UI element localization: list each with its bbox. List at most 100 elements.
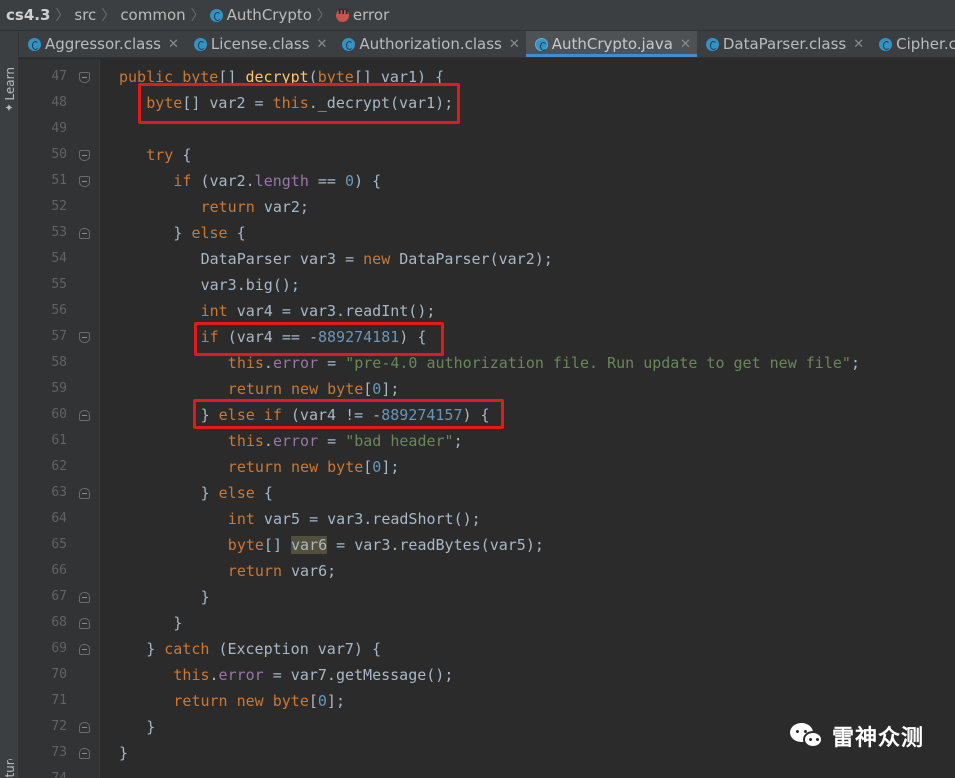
- tab-authorization[interactable]: Authorization.class ✕: [333, 31, 525, 57]
- line-number: 58: [51, 355, 67, 370]
- gutter-line: 67: [19, 584, 100, 610]
- fold-toggle-icon[interactable]: [79, 228, 90, 239]
- gutter-line: 73: [19, 740, 100, 766]
- code-token: "bad header": [345, 432, 454, 450]
- gutter-line: 51: [19, 168, 100, 194]
- code-line[interactable]: return var6;: [228, 558, 336, 584]
- code-line[interactable]: return new byte[0];: [228, 454, 400, 480]
- fold-toggle-icon[interactable]: [79, 722, 90, 733]
- breadcrumb-member[interactable]: error: [335, 6, 389, 24]
- code-line[interactable]: } catch (Exception var7) {: [146, 636, 381, 662]
- line-number: 71: [51, 693, 67, 708]
- code-line[interactable]: }: [119, 740, 128, 766]
- fold-toggle-icon[interactable]: [79, 176, 90, 187]
- line-number: 56: [51, 303, 67, 318]
- code-token: }: [200, 484, 219, 502]
- tab-authcrypto[interactable]: AuthCrypto.java ✕: [525, 31, 697, 57]
- code-line[interactable]: } else {: [201, 480, 273, 506]
- chevron-right-icon: 〉: [101, 8, 116, 24]
- code-token: new: [363, 250, 400, 268]
- line-number: 64: [51, 511, 67, 526]
- class-file-icon: [705, 37, 719, 51]
- tab-license[interactable]: License.class ✕: [185, 31, 333, 57]
- line-number: 55: [51, 277, 67, 292]
- code-token: else: [218, 484, 264, 502]
- code-token: }: [146, 640, 165, 658]
- code-token: DataParser(var2);: [399, 250, 553, 268]
- code-token: ];: [381, 458, 400, 476]
- tab-label: License.class: [210, 35, 310, 53]
- code-token: return new byte: [173, 692, 309, 710]
- code-token: var4 = var3.readInt();: [236, 302, 436, 320]
- gutter-line: 63: [19, 480, 100, 506]
- breadcrumb-src[interactable]: src: [74, 6, 96, 24]
- annotation-box-header-check-2: [193, 399, 504, 429]
- structure-tool-button[interactable]: Structure: [1, 759, 18, 778]
- tab-label: Authorization.class: [359, 35, 502, 53]
- fold-toggle-icon[interactable]: [79, 488, 90, 499]
- code-line[interactable]: this.error = "bad header";: [228, 428, 463, 454]
- gutter-line: 61: [19, 428, 100, 454]
- editor-gutter[interactable]: 47 48 49 50 51 52 53 54 55 56 57 58 59 60 61 62 63 64 65 66…: [19, 59, 100, 778]
- tab-label: DataParser.class: [722, 35, 847, 53]
- breadcrumb-common[interactable]: common: [120, 6, 185, 24]
- close-icon[interactable]: ✕: [509, 37, 520, 52]
- tab-cipher[interactable]: Cipher.class: [870, 31, 955, 57]
- gutter-line: 57: [19, 324, 100, 350]
- gutter-line: 74: [19, 766, 100, 778]
- close-icon[interactable]: ✕: [316, 37, 327, 52]
- class-icon: [209, 8, 223, 22]
- code-line[interactable]: if (var2.length == 0) {: [173, 168, 381, 194]
- code-line[interactable]: this.error = var7.getMessage();: [173, 662, 453, 688]
- close-icon[interactable]: ✕: [853, 37, 864, 52]
- line-number: 53: [51, 225, 67, 240]
- fold-toggle-icon[interactable]: [79, 592, 90, 603]
- learn-tool-button[interactable]: Learn ✦: [1, 67, 18, 123]
- tab-aggressor[interactable]: Aggressor.class ✕: [19, 31, 185, 57]
- fold-toggle-icon[interactable]: [79, 72, 90, 83]
- code-token: }: [146, 718, 156, 736]
- chevron-right-icon: 〉: [316, 8, 331, 24]
- code-token: .: [263, 354, 273, 372]
- code-token: var2;: [263, 198, 309, 216]
- line-number: 52: [51, 199, 67, 214]
- line-number: 63: [51, 485, 67, 500]
- gutter-line: 56: [19, 298, 100, 324]
- code-line[interactable]: return new byte[0];: [173, 688, 345, 714]
- line-number: 66: [51, 563, 67, 578]
- fold-toggle-icon[interactable]: [79, 618, 90, 629]
- code-token: {: [236, 224, 246, 242]
- code-line[interactable]: try {: [146, 142, 191, 168]
- tab-label: Aggressor.class: [45, 35, 161, 53]
- code-line[interactable]: var3.big();: [201, 272, 300, 298]
- tool-window-strip: Learn ✦ Structure: [0, 31, 19, 778]
- code-token: 0: [372, 380, 382, 398]
- learn-label: Learn: [2, 67, 17, 101]
- fold-toggle-icon[interactable]: [79, 748, 90, 759]
- fold-toggle-icon[interactable]: [79, 150, 90, 161]
- code-line[interactable]: }: [201, 584, 210, 610]
- breadcrumb-project[interactable]: cs4.3: [6, 6, 50, 24]
- code-line[interactable]: int var5 = var3.readShort();: [228, 506, 481, 532]
- fold-toggle-icon[interactable]: [79, 644, 90, 655]
- fold-toggle-icon[interactable]: [79, 410, 90, 421]
- code-line[interactable]: byte[] var6 = var3.readBytes(var5);: [228, 532, 544, 558]
- code-line[interactable]: } else {: [173, 220, 245, 246]
- code-token: this: [227, 432, 264, 450]
- code-line[interactable]: return var2;: [201, 194, 309, 220]
- code-token: }: [173, 224, 192, 242]
- close-icon[interactable]: ✕: [168, 37, 179, 52]
- code-line[interactable]: DataParser var3 = new DataParser(var2);: [201, 246, 553, 272]
- code-line[interactable]: int var4 = var3.readInt();: [201, 298, 436, 324]
- tab-dataparser[interactable]: DataParser.class ✕: [697, 31, 870, 57]
- breadcrumb-class[interactable]: AuthCrypto: [209, 6, 312, 24]
- close-icon[interactable]: ✕: [680, 37, 691, 52]
- fold-toggle-icon[interactable]: [79, 332, 90, 343]
- line-number: 62: [51, 459, 67, 474]
- line-number: 48: [51, 95, 67, 110]
- code-line[interactable]: }: [173, 610, 182, 636]
- tab-label: AuthCrypto.java: [551, 35, 673, 53]
- code-line[interactable]: }: [146, 714, 155, 740]
- gutter-line: 55: [19, 272, 100, 298]
- code-token: ];: [381, 380, 400, 398]
